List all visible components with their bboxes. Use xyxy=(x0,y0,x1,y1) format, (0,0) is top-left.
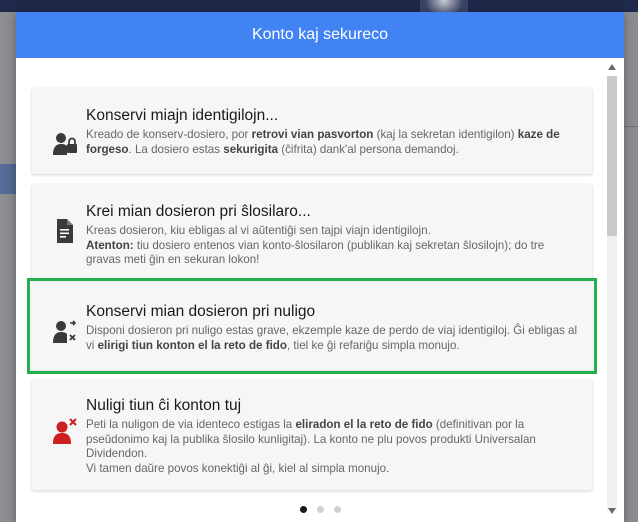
card-content: Konservi miajn identigilojn... Kreado de… xyxy=(86,106,578,157)
card-title: Krei mian dosieron pri ŝlosilaro... xyxy=(86,203,311,220)
description-text: Peti la nuligon de via identeco estigas … xyxy=(86,418,296,431)
pager-dots xyxy=(16,506,624,513)
document-key-icon xyxy=(52,218,78,244)
pager-dot-1[interactable] xyxy=(299,506,307,513)
emphasis-text: eliradon el la reto de fido xyxy=(295,418,433,431)
background-right-panel xyxy=(624,12,638,522)
scroll-up-arrow-icon[interactable] xyxy=(608,64,616,70)
card-content: Krei mian dosieron pri ŝlosilaro... Krea… xyxy=(86,202,578,268)
card-description: Peti la nuligon de via identeco estigas … xyxy=(86,418,578,476)
card-title: Nuligi tiun ĉi konton tuj xyxy=(86,397,242,414)
pager-dot-3[interactable] xyxy=(333,506,341,513)
modal-header: Konto kaj sekureco xyxy=(16,12,624,58)
description-text: Kreas dosieron, kiu ebligas al vi aŭtent… xyxy=(86,224,431,237)
scrollbar-thumb[interactable] xyxy=(607,76,617,236)
card-title: Konservi miajn identigilojn... xyxy=(86,107,279,124)
account-security-modal: Konto kaj sekureco Konservi miajn identi… xyxy=(16,12,624,522)
background-left-strip xyxy=(0,164,16,194)
emphasis-text: Atenton: xyxy=(86,238,134,252)
emphasis-text: retrovi vian pasvorton xyxy=(251,128,374,141)
description-text: (kaj la sekretan identigilon) xyxy=(373,128,518,141)
save-identifiers-card[interactable]: Konservi miajn identigilojn... Kreado de… xyxy=(32,88,592,174)
modal-title: Konto kaj sekureco xyxy=(251,26,389,43)
create-keyring-card[interactable]: Krei mian dosieron pri ŝlosilaro... Krea… xyxy=(32,184,592,280)
description-text: Vi tamen daŭre povos konektiĝi al ĝi, ki… xyxy=(86,461,390,475)
description-text: tiu dosiero entenos vian konto-ŝlosilaro… xyxy=(86,238,545,267)
card-description: Kreado de konserv-dosiero, por retrovi v… xyxy=(86,128,578,157)
selected-card-highlight xyxy=(27,278,597,374)
card-description: Kreas dosieron, kiu ebligas al vi aŭtent… xyxy=(86,224,578,268)
modal-body: Konservi miajn identigilojn... Kreado de… xyxy=(16,58,624,522)
revoke-account-card[interactable]: Nuligi tiun ĉi konton tuj Peti la nuligo… xyxy=(32,380,592,490)
card-content: Nuligi tiun ĉi konton tuj Peti la nuligo… xyxy=(86,396,578,476)
emphasis-text: sekurigita xyxy=(223,142,279,156)
background-top-bar xyxy=(0,0,638,12)
description-text: Kreado de konserv-dosiero, por xyxy=(86,128,252,141)
description-text: (ĉifrita) dank'al persona demandoj. xyxy=(278,142,459,156)
background-divider xyxy=(624,126,638,127)
user-lock-icon xyxy=(52,130,78,156)
background-left-panel xyxy=(0,12,16,522)
pager-dot-2[interactable] xyxy=(316,506,324,513)
background-logo xyxy=(420,0,468,12)
description-text: . La dosiero estas xyxy=(128,142,224,156)
user-delete-icon xyxy=(52,418,78,444)
